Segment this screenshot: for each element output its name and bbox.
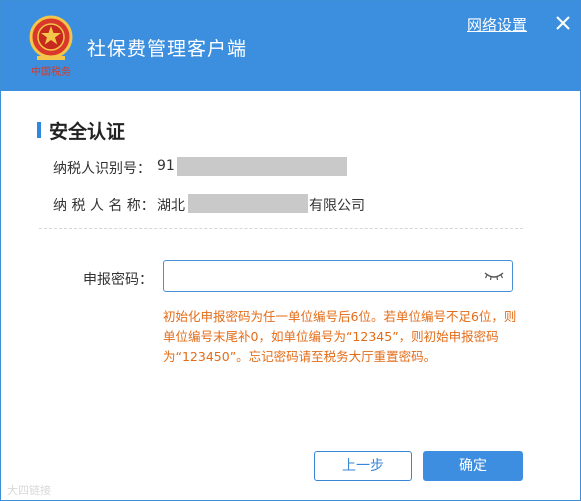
dialog-header: 中国税务 社保费管理客户端 网络设置	[1, 1, 580, 91]
taxpayer-id-label: 纳税人识别号：	[53, 161, 151, 177]
taxpayer-name-label: 纳 税 人 名 称：	[53, 198, 155, 214]
close-icon[interactable]	[554, 14, 572, 32]
login-dialog: 中国税务 社保费管理客户端 网络设置 安全认证 纳税人识别号： 91 纳 税 人…	[0, 0, 581, 501]
network-settings-link[interactable]: 网络设置	[467, 14, 527, 35]
back-button[interactable]: 上一步	[314, 451, 412, 481]
app-title: 社保费管理客户端	[87, 38, 248, 60]
password-hint: 初始化申报密码为任一单位编号后6位。若单位编号不足6位，则单位编号末尾补0，如单…	[163, 309, 517, 364]
section-accent-bar	[37, 122, 41, 138]
password-label: 申报密码：	[83, 272, 153, 288]
taxpayer-name-prefix: 湖北	[157, 198, 185, 214]
taxpayer-id-redaction	[177, 157, 347, 176]
confirm-button[interactable]: 确定	[423, 451, 523, 481]
section-title: 安全认证	[49, 121, 126, 143]
taxpayer-name-redaction	[188, 194, 308, 213]
tax-emblem-logo: 中国税务	[29, 15, 73, 78]
password-input[interactable]	[163, 260, 513, 292]
logo-text: 中国税务	[31, 65, 71, 78]
watermark: 大四链接	[7, 484, 51, 497]
taxpayer-name-suffix: 有限公司	[309, 198, 365, 214]
taxpayer-id-value: 91	[157, 158, 175, 174]
divider	[39, 228, 523, 229]
eye-closed-icon[interactable]	[483, 267, 505, 283]
